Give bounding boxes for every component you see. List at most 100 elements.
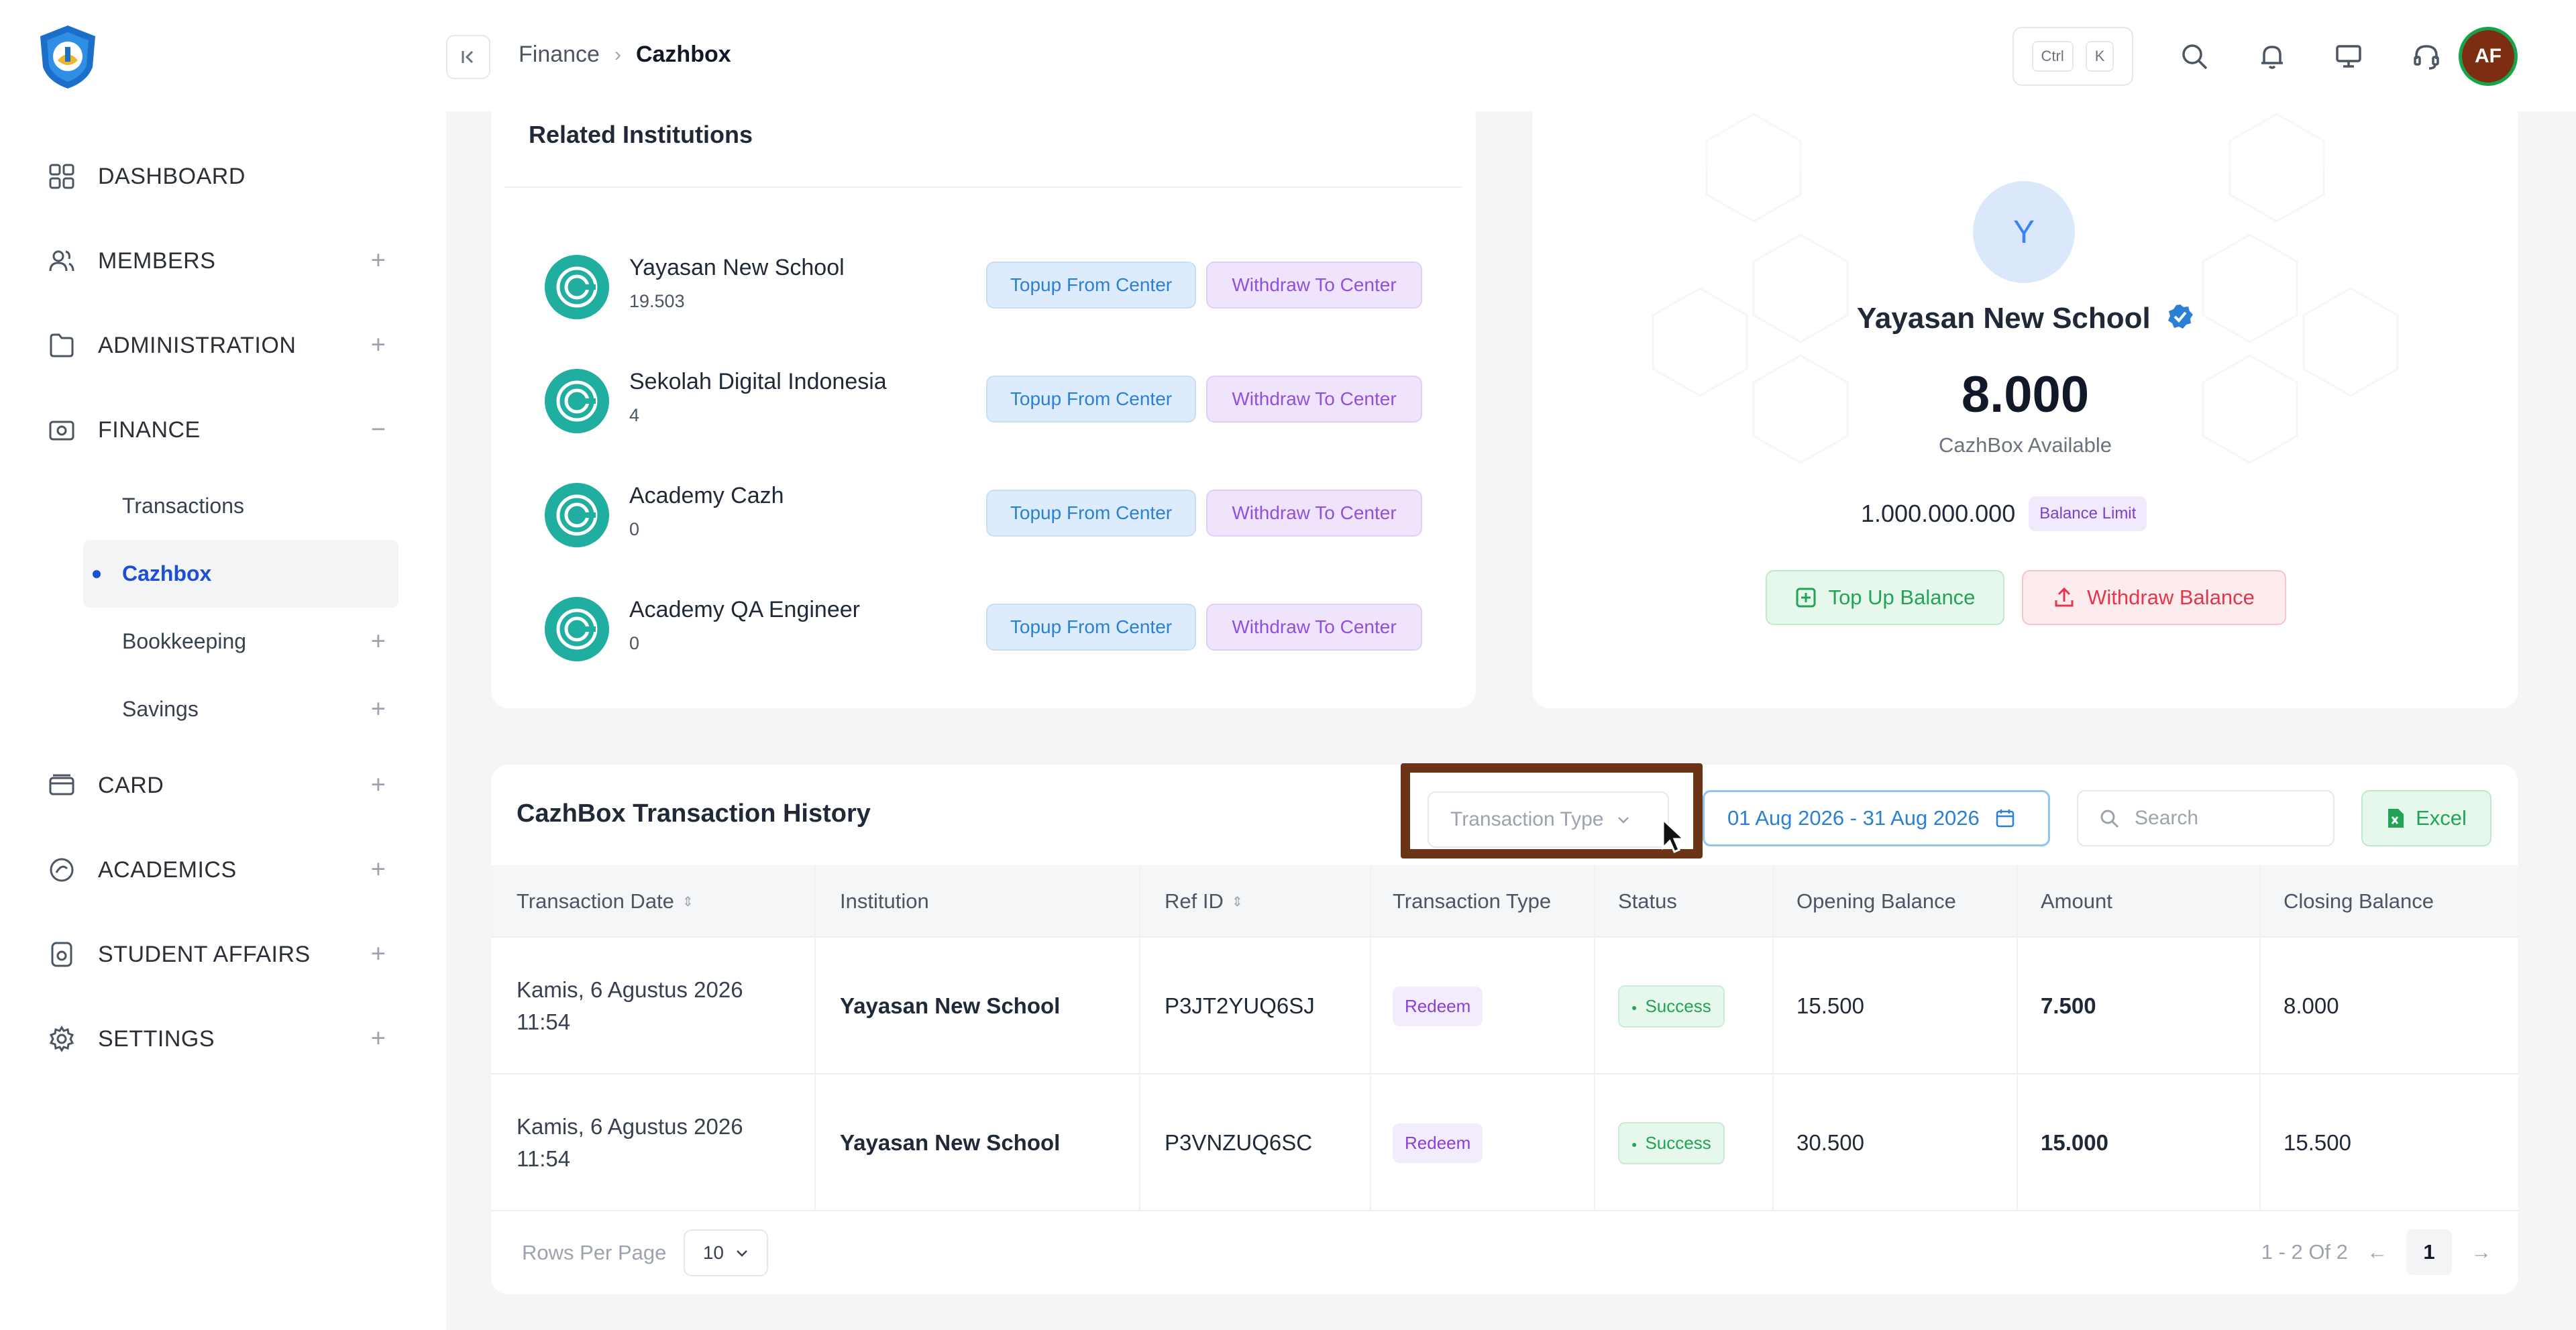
export-excel-button[interactable]: Excel [2361,790,2491,846]
column-transaction-date[interactable]: Transaction Date ⇕ [517,865,694,938]
cell-closing-balance: 8.000 [2284,993,2339,1018]
rows-per-page: Rows Per Page 10 [522,1229,769,1276]
column-transaction-type: Transaction Type [1393,865,1551,938]
sidebar-item-dashboard[interactable]: DASHBOARD [0,134,446,219]
divider [504,186,1462,188]
sidebar-item-academics[interactable]: ACADEMICS + [0,828,446,912]
bell-icon[interactable] [2255,39,2290,74]
expand-icon[interactable]: + [371,331,386,360]
sidebar-item-settings[interactable]: SETTINGS + [0,997,446,1081]
collapse-sidebar-button[interactable] [446,35,490,79]
status-badge: Success [1618,985,1725,1028]
collapse-icon[interactable]: − [371,416,386,445]
column-divider [1370,865,1371,1211]
sidebar-item-label: STUDENT AFFAIRS [98,941,311,967]
institution-balance: 0 [629,633,640,653]
withdraw-balance-button[interactable]: Withdraw Balance [2022,570,2286,625]
institution-logo-icon [545,597,609,661]
sidebar-item-finance[interactable]: FINANCE − [0,388,446,472]
type-badge: Redeem [1393,986,1483,1026]
institution-logo-icon [545,255,609,319]
column-divider [1139,865,1140,1211]
withdraw-to-center-button[interactable]: Withdraw To Center [1206,604,1422,651]
table-row[interactable]: Kamis, 6 Agustus 2026 11:54 Yayasan New … [491,938,2518,1074]
sidebar-item-label: MEMBERS [98,247,216,274]
column-label: Status [1618,889,1677,913]
prev-page-arrow-icon[interactable]: ← [2367,1240,2387,1264]
expand-icon[interactable]: + [371,247,386,276]
top-up-balance-button[interactable]: Top Up Balance [1766,570,2004,625]
topup-from-center-button[interactable]: Topup From Center [986,376,1196,423]
topup-from-center-button[interactable]: Topup From Center [986,262,1196,309]
institution-name: Academy QA Engineer [629,597,860,622]
institution-avatar: Y [1973,181,2075,283]
institution-balance: 0 [629,519,640,539]
highlight-box [1401,763,1703,858]
institution-logo-icon [545,369,609,433]
card-icon [47,771,76,800]
sidebar-item-members[interactable]: MEMBERS + [0,219,446,303]
kbd-k: K [2085,41,2114,72]
user-avatar[interactable]: AF [2459,27,2518,86]
institution-name: Academy Cazh [629,483,784,508]
withdraw-to-center-button[interactable]: Withdraw To Center [1206,490,1422,537]
sidebar-subitem-transactions[interactable]: Transactions [0,472,446,540]
page-number-current[interactable]: 1 [2406,1229,2452,1275]
balance-limit: 1.000.000.000 Balance Limit [1861,496,2147,531]
sidebar-subitem-cazhbox[interactable]: Cazhbox [83,540,398,608]
headset-support-icon[interactable] [2409,39,2444,74]
sidebar-item-administration[interactable]: ADMINISTRATION + [0,303,446,388]
sidebar-subitem-savings[interactable]: Savings + [0,675,446,743]
command-shortcut[interactable]: Ctrl K [2012,27,2133,86]
breadcrumb-finance[interactable]: Finance [519,42,600,68]
pagination-range: 1 - 2 Of 2 [2261,1240,2348,1264]
sidebar-subitem-bookkeeping[interactable]: Bookkeeping + [0,608,446,675]
expand-icon[interactable]: + [371,1025,386,1054]
column-institution: Institution [840,865,929,938]
topup-from-center-button[interactable]: Topup From Center [986,490,1196,537]
expand-icon[interactable]: + [371,627,386,656]
sidebar-item-student-affairs[interactable]: STUDENT AFFAIRS + [0,912,446,997]
column-amount: Amount [2041,865,2112,938]
sort-icon[interactable]: ⇕ [1232,893,1243,910]
column-divider [2259,865,2261,1211]
sidebar-subitem-label: Bookkeeping [122,629,247,653]
sort-icon[interactable]: ⇕ [682,893,694,910]
cell-amount: 7.500 [2041,993,2096,1018]
expand-icon[interactable]: + [371,695,386,724]
date-line: Kamis, 6 Agustus 2026 [517,1114,743,1139]
date-range-picker[interactable]: 01 Aug 2026 - 31 Aug 2026 [1703,790,2050,846]
date-range-value: 01 Aug 2026 - 31 Aug 2026 [1727,806,1980,830]
mouse-cursor-icon [1660,817,1687,859]
cell-amount: 15.000 [2041,1130,2108,1155]
expand-icon[interactable]: + [371,940,386,969]
column-divider [2017,865,2018,1211]
topup-from-center-button[interactable]: Topup From Center [986,604,1196,651]
dashboard-grid-icon [47,162,76,191]
rows-per-page-select[interactable]: 10 [684,1229,769,1276]
column-ref-id[interactable]: Ref ID ⇕ [1165,865,1243,938]
table-row[interactable]: Kamis, 6 Agustus 2026 11:54 Yayasan New … [491,1074,2518,1211]
pagination: 1 - 2 Of 2 ← 1 → [2261,1229,2491,1275]
expand-icon[interactable]: + [371,856,386,885]
school-logo[interactable] [34,23,102,91]
calendar-icon [1996,810,2015,828]
academics-icon [47,855,76,885]
rows-per-page-value: 10 [702,1242,724,1263]
next-page-arrow-icon[interactable]: → [2471,1240,2491,1264]
monitor-icon[interactable] [2331,39,2366,74]
column-label: Transaction Date [517,889,674,913]
cell-opening-balance: 30.500 [1796,1130,1864,1155]
expand-icon[interactable]: + [371,771,386,800]
institution-name: Yayasan New School [629,255,845,280]
search-input[interactable]: Search [2077,790,2334,846]
search-icon[interactable] [2177,39,2212,74]
upload-icon [2055,587,2074,607]
institution-name: Yayasan New School [1857,302,2151,335]
withdraw-to-center-button[interactable]: Withdraw To Center [1206,262,1422,309]
withdraw-to-center-button[interactable]: Withdraw To Center [1206,376,1422,423]
cell-status: Success [1618,1074,1725,1211]
student-affairs-icon [47,940,76,969]
sidebar-item-card[interactable]: CARD + [0,743,446,828]
cell-institution: Yayasan New School [840,1130,1061,1155]
